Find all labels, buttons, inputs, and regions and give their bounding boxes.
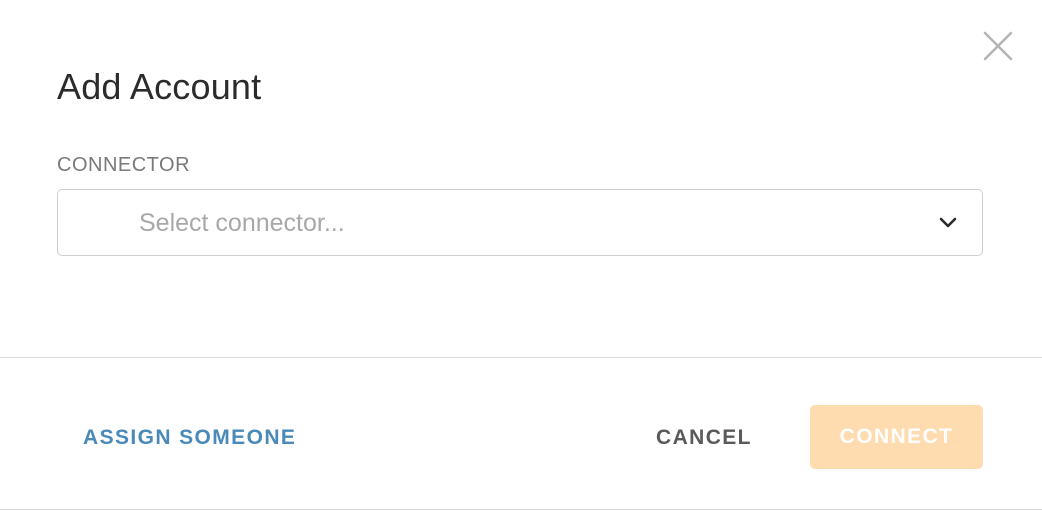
- cancel-button[interactable]: CANCEL: [656, 426, 752, 450]
- dialog-title: Add Account: [57, 66, 262, 107]
- connect-button[interactable]: CONNECT: [810, 405, 983, 469]
- connector-select[interactable]: Select connector...: [57, 189, 983, 256]
- connector-label: CONNECTOR: [57, 154, 191, 176]
- connector-select-placeholder: Select connector...: [139, 209, 345, 237]
- footer-divider: [0, 357, 1042, 358]
- add-account-dialog: Add Account CONNECTOR Select connector..…: [0, 0, 1042, 510]
- close-icon[interactable]: [983, 31, 1013, 61]
- close-button[interactable]: [982, 30, 1014, 62]
- assign-someone-link[interactable]: ASSIGN SOMEONE: [83, 426, 296, 450]
- chevron-down-icon[interactable]: [938, 214, 958, 232]
